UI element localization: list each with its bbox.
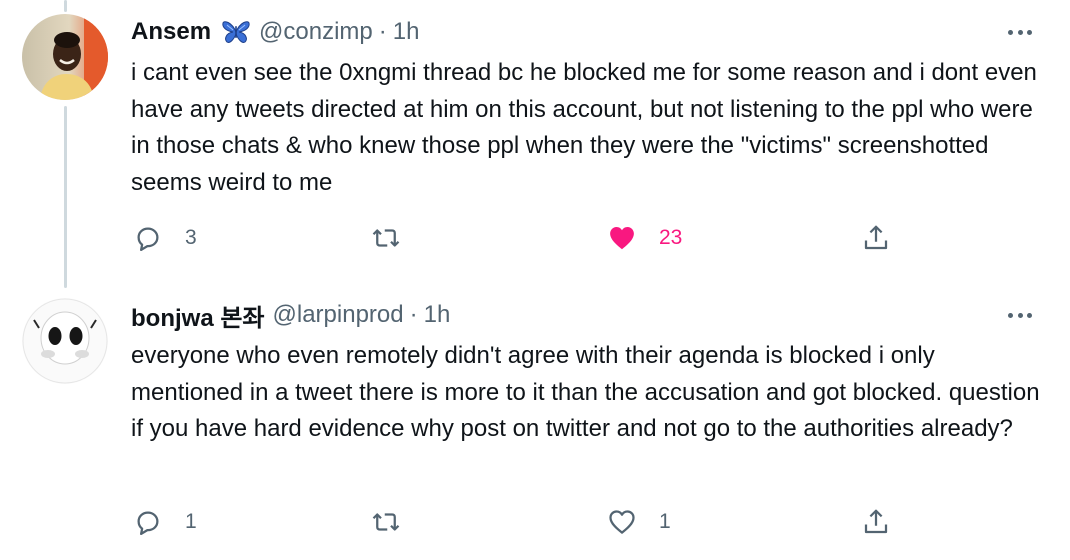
tweet[interactable]: Ansem @conzimp · 1h i cant even see the …: [0, 0, 1070, 280]
user-handle[interactable]: @larpinprod: [273, 301, 404, 329]
avatar-image: [22, 14, 108, 100]
display-name[interactable]: bonjwa 본좌: [131, 298, 265, 333]
separator-dot: ·: [378, 18, 387, 45]
tweet[interactable]: bonjwa 본좌 @larpinprod · 1h everyone who …: [0, 280, 1070, 560]
reply-icon: [137, 511, 159, 535]
timestamp[interactable]: 1h: [424, 301, 451, 329]
more-options-icon[interactable]: [1002, 305, 1038, 325]
retweet-icon: [372, 513, 400, 531]
display-name[interactable]: Ansem: [131, 18, 211, 46]
tweet-header: bonjwa 본좌 @larpinprod · 1h: [131, 298, 451, 333]
tweet-text: everyone who even remotely didn't agree …: [131, 342, 1040, 442]
avatar[interactable]: [22, 298, 108, 384]
tweet-header: Ansem @conzimp · 1h: [131, 16, 419, 48]
reply-button[interactable]: 1: [133, 502, 197, 542]
timestamp[interactable]: 1h: [393, 18, 420, 46]
share-button[interactable]: [861, 218, 891, 258]
heart-icon: [609, 510, 635, 534]
separator-dot: ·: [409, 301, 418, 328]
avatar[interactable]: [22, 14, 108, 100]
share-icon: [864, 509, 888, 534]
reply-count: 1: [185, 510, 197, 533]
like-count: 23: [659, 226, 683, 249]
reply-icon: [137, 227, 159, 251]
more-options-icon[interactable]: [1002, 22, 1038, 42]
like-count: 1: [659, 510, 671, 533]
user-handle[interactable]: @conzimp: [259, 18, 373, 46]
like-button[interactable]: 1: [607, 502, 671, 542]
tweet-actions: 1 1: [131, 502, 911, 542]
retweet-button[interactable]: [371, 218, 423, 258]
retweet-icon: [372, 229, 400, 247]
share-button[interactable]: [861, 502, 891, 542]
tweet-text: i cant even see the 0xngmi thread bc he …: [131, 59, 1037, 196]
like-button[interactable]: 23: [607, 218, 682, 258]
butterfly-icon: [221, 19, 251, 45]
reply-count: 3: [185, 226, 197, 249]
tweet-actions: 3 23: [131, 218, 911, 258]
share-icon: [864, 225, 888, 250]
heart-filled-icon: [610, 227, 634, 250]
retweet-button[interactable]: [371, 502, 423, 542]
avatar-image: [22, 298, 108, 384]
reply-button[interactable]: 3: [133, 218, 197, 258]
